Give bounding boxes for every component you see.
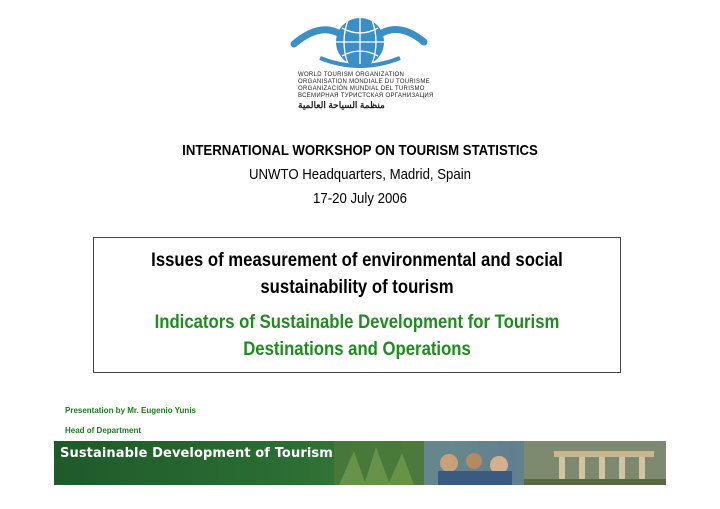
topic-box: Issues of measurement of environmental a… — [93, 237, 621, 373]
org-name-fr: ORGANISATION MONDIALE DU TOURISME — [298, 79, 430, 85]
topic-title-line2: sustainability of tourism — [260, 277, 454, 298]
globe-icon — [290, 18, 428, 68]
unwto-logo: WORLD TOURISM ORGANIZATION ORGANISATION … — [290, 14, 434, 124]
org-name-ru: ВСЕМИРНАЯ ТУРИСТСКАЯ ОРГАНИЗАЦИЯ — [298, 93, 434, 99]
topic-subtitle: Indicators of Sustainable Development fo… — [126, 309, 589, 363]
topic-title-line1: Issues of measurement of environmental a… — [151, 250, 563, 271]
banner: Sustainable Development of Tourism — [54, 441, 666, 485]
presenter-name: Presentation by Mr. Eugenio Yunis — [65, 406, 196, 415]
workshop-title: INTERNATIONAL WORKSHOP ON TOURISM STATIS… — [182, 142, 538, 159]
banner-title: Sustainable Development of Tourism — [60, 446, 333, 461]
topic-subtitle-line2: Destinations and Operations — [243, 339, 471, 360]
org-name-es: ORGANIZACIÓN MUNDIAL DEL TURISMO — [298, 86, 425, 92]
workshop-date: 17-20 July 2006 — [313, 190, 407, 207]
workshop-venue: UNWTO Headquarters, Madrid, Spain — [248, 166, 472, 183]
presenter-role: Head of Department — [65, 426, 142, 435]
org-name-ar: منظمة السياحة العالمية — [298, 100, 385, 110]
topic-title: Issues of measurement of environmental a… — [126, 247, 589, 301]
org-name-en: WORLD TOURISM ORGANIZATION — [298, 72, 405, 78]
topic-subtitle-line1: Indicators of Sustainable Development fo… — [154, 312, 560, 333]
